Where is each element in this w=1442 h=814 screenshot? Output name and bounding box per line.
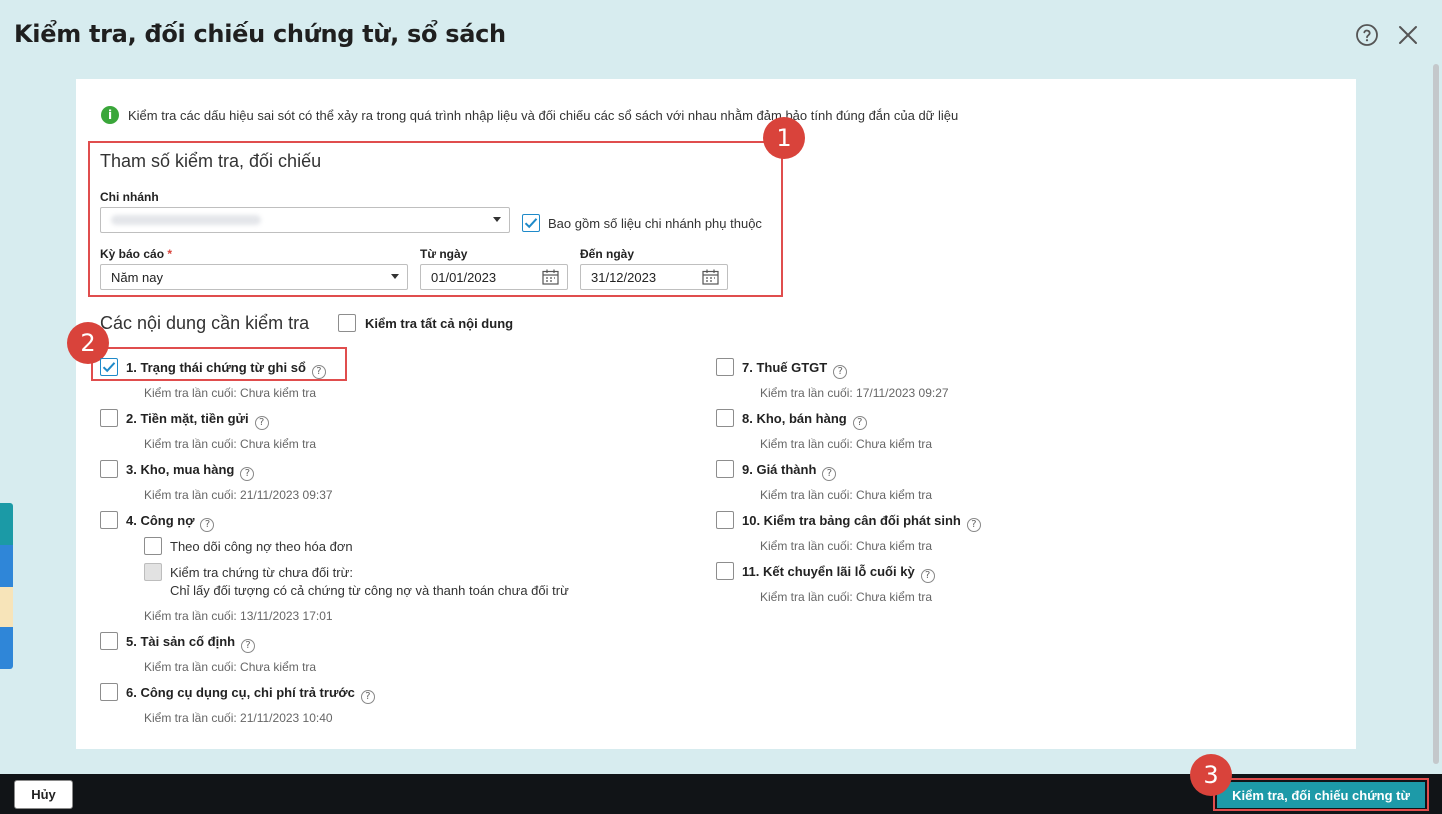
check-item-9: 9. Giá thành?	[742, 462, 837, 481]
vertical-scrollbar[interactable]	[1431, 64, 1441, 772]
check-item-7-checkbox[interactable]	[716, 358, 734, 376]
dialog-title: Kiểm tra, đối chiếu chứng từ, sổ sách	[14, 20, 506, 48]
close-icon[interactable]	[1395, 22, 1421, 48]
check-all-label: Kiểm tra tất cả nội dung	[365, 316, 514, 331]
check-vouchers-button[interactable]: Kiểm tra, đối chiếu chứng từ	[1217, 782, 1425, 808]
branch-select[interactable]	[100, 207, 510, 233]
help-icon[interactable]: ?	[241, 638, 256, 653]
check-item-8: 8. Kho, bán hàng?	[742, 411, 867, 430]
from-date-label: Từ ngày	[420, 247, 468, 261]
info-text: Kiểm tra các dấu hiệu sai sót có thể xảy…	[128, 107, 959, 123]
check-item-1: 1. Trạng thái chứng từ ghi sổ?	[126, 360, 326, 379]
period-select[interactable]: Năm nay	[100, 264, 408, 290]
unmatched-vouchers-label: Kiểm tra chứng từ chưa đối trừ:	[170, 565, 353, 580]
check-item-9-checkbox[interactable]	[716, 460, 734, 478]
scrollbar-thumb[interactable]	[1433, 64, 1439, 764]
help-icon[interactable]: ?	[966, 517, 981, 532]
check-item-4-checkbox[interactable]	[100, 511, 118, 529]
check-item-5-last: Kiểm tra lần cuối: Chưa kiểm tra	[144, 660, 317, 674]
side-tab[interactable]	[0, 587, 13, 627]
include-sub-branch-label: Bao gồm số liệu chi nhánh phụ thuộc	[548, 216, 762, 231]
help-icon[interactable]: ?	[311, 364, 326, 379]
check-item-7-last: Kiểm tra lần cuối: 17/11/2023 09:27	[760, 386, 949, 400]
check-item-10-last: Kiểm tra lần cuối: Chưa kiểm tra	[760, 539, 933, 553]
calendar-icon[interactable]	[542, 269, 559, 285]
help-icon[interactable]: ?	[920, 568, 935, 583]
check-item-11: 11. Kết chuyển lãi lỗ cuối kỳ?	[742, 564, 935, 583]
help-icon[interactable]: ?	[254, 415, 269, 430]
help-icon[interactable]: ?	[833, 364, 848, 379]
check-item-1-last: Kiểm tra lần cuối: Chưa kiểm tra	[144, 386, 317, 400]
calendar-icon[interactable]	[702, 269, 719, 285]
help-icon[interactable]: ?	[822, 466, 837, 481]
check-item-8-last: Kiểm tra lần cuối: Chưa kiểm tra	[760, 437, 933, 451]
check-item-11-checkbox[interactable]	[716, 562, 734, 580]
cancel-button[interactable]: Hủy	[14, 780, 73, 809]
to-date-input[interactable]: 31/12/2023	[580, 264, 728, 290]
check-item-9-last: Kiểm tra lần cuối: Chưa kiểm tra	[760, 488, 933, 502]
check-item-10: 10. Kiểm tra bảng cân đối phát sinh?	[742, 513, 981, 532]
unmatched-vouchers-desc: Chỉ lấy đối tượng có cả chứng từ công nợ…	[170, 583, 569, 598]
from-date-value: 01/01/2023	[431, 269, 497, 285]
help-icon[interactable]: ?	[360, 689, 375, 704]
step-badge-3: 3	[1190, 754, 1232, 796]
check-item-7: 7. Thuế GTGT?	[742, 360, 848, 379]
check-item-6-last: Kiểm tra lần cuối: 21/11/2023 10:40	[144, 711, 333, 725]
period-value: Năm nay	[111, 269, 164, 285]
help-icon[interactable]: ?	[200, 517, 215, 532]
debt-by-invoice-checkbox[interactable]	[144, 537, 162, 555]
help-icon[interactable]	[1354, 22, 1380, 48]
check-item-3: 3. Kho, mua hàng?	[126, 462, 255, 481]
unmatched-vouchers-checkbox[interactable]	[144, 563, 162, 581]
branch-label: Chi nhánh	[100, 190, 159, 204]
check-item-5-checkbox[interactable]	[100, 632, 118, 650]
check-item-1-checkbox[interactable]	[100, 358, 118, 376]
check-item-2: 2. Tiền mặt, tiền gửi?	[126, 411, 269, 430]
chevron-down-icon	[391, 274, 399, 279]
side-tab[interactable]	[0, 503, 13, 545]
params-title: Tham số kiểm tra, đối chiếu	[100, 151, 322, 171]
check-item-3-last: Kiểm tra lần cuối: 21/11/2023 09:37	[144, 488, 333, 502]
check-item-6: 6. Công cụ dụng cụ, chi phí trả trước?	[126, 685, 375, 704]
check-item-11-last: Kiểm tra lần cuối: Chưa kiểm tra	[760, 590, 933, 604]
step-badge-1: 1	[763, 117, 805, 159]
checks-title: Các nội dung cần kiểm tra	[100, 313, 310, 333]
include-sub-branch-checkbox[interactable]	[522, 214, 540, 232]
check-item-6-checkbox[interactable]	[100, 683, 118, 701]
check-item-3-checkbox[interactable]	[100, 460, 118, 478]
check-item-4-last: Kiểm tra lần cuối: 13/11/2023 17:01	[144, 609, 333, 623]
period-label: Kỳ báo cáo *	[100, 247, 173, 261]
check-item-2-checkbox[interactable]	[100, 409, 118, 427]
check-all-checkbox[interactable]	[338, 314, 356, 332]
to-date-value: 31/12/2023	[591, 269, 657, 285]
info-message: i Kiểm tra các dấu hiệu sai sót có thể x…	[101, 106, 958, 124]
check-item-4: 4. Công nợ?	[126, 513, 215, 532]
debt-by-invoice-label: Theo dõi công nợ theo hóa đơn	[170, 539, 353, 554]
chevron-down-icon	[493, 217, 501, 222]
to-date-label: Đến ngày	[580, 247, 635, 261]
help-icon[interactable]: ?	[240, 466, 255, 481]
check-item-8-checkbox[interactable]	[716, 409, 734, 427]
check-item-5: 5. Tài sản cố định?	[126, 634, 256, 653]
check-item-2-last: Kiểm tra lần cuối: Chưa kiểm tra	[144, 437, 317, 451]
side-tab[interactable]	[0, 627, 13, 669]
side-tab[interactable]	[0, 545, 13, 587]
info-icon: i	[101, 106, 119, 124]
check-item-10-checkbox[interactable]	[716, 511, 734, 529]
branch-value-redacted	[111, 215, 261, 225]
help-icon[interactable]: ?	[852, 415, 867, 430]
from-date-input[interactable]: 01/01/2023	[420, 264, 568, 290]
